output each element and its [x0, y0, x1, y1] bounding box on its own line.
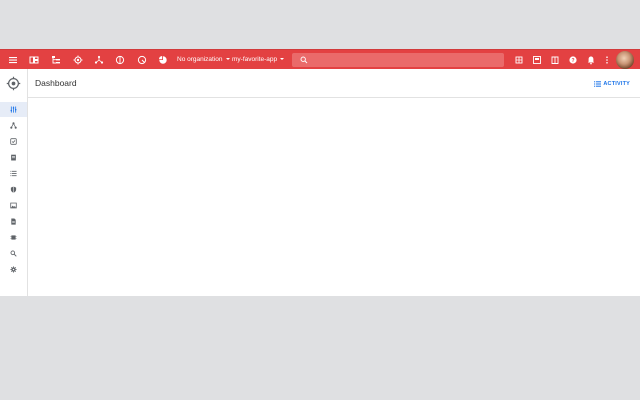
- sidebar-item-chip[interactable]: [0, 230, 27, 245]
- file-icon: [11, 218, 16, 225]
- menu-icon[interactable]: [6, 53, 20, 67]
- organization-label: No organization: [177, 56, 223, 63]
- search-icon: [10, 250, 17, 257]
- sidebar-item-search[interactable]: [0, 246, 27, 261]
- help-icon[interactable]: ?: [566, 53, 580, 67]
- network-icon[interactable]: [92, 53, 106, 67]
- clipboard-icon: [11, 154, 16, 161]
- console-icon[interactable]: [530, 53, 544, 67]
- list-icon: [594, 81, 602, 87]
- main-content: [28, 99, 640, 296]
- sidebar-item-list[interactable]: [0, 166, 27, 181]
- tune-icon: [10, 106, 17, 113]
- organization-selector[interactable]: No organization: [177, 54, 230, 66]
- gauge-icon[interactable]: [135, 53, 149, 67]
- logo-icon[interactable]: [6, 76, 21, 91]
- sidebar: [0, 69, 28, 296]
- project-label: my-favorite-app: [232, 56, 278, 63]
- search-icon: [300, 56, 308, 64]
- chevron-down-icon: [280, 58, 285, 61]
- app-window: No organization my-favorite-app ? Dashbo…: [0, 49, 640, 296]
- dashboard-icon[interactable]: [27, 53, 41, 67]
- search-input[interactable]: [312, 54, 498, 66]
- hub-icon[interactable]: [71, 53, 85, 67]
- search-bar[interactable]: [292, 53, 504, 67]
- svg-text:?: ?: [571, 58, 574, 64]
- shield-check-icon: [10, 138, 17, 145]
- sidebar-item-settings[interactable]: [0, 262, 27, 277]
- avatar[interactable]: [616, 51, 634, 69]
- chevron-down-icon: [225, 58, 230, 61]
- page-header: Dashboard ACTIVITY: [28, 69, 640, 98]
- hierarchy-icon: [10, 122, 17, 129]
- list-icon: [10, 170, 17, 177]
- sidebar-item-tune[interactable]: [0, 102, 27, 117]
- activity-button[interactable]: ACTIVITY: [594, 78, 630, 90]
- chip-icon: [10, 235, 17, 240]
- grid-icon[interactable]: [512, 53, 526, 67]
- sidebar-item-file[interactable]: [0, 214, 27, 229]
- page-title: Dashboard: [35, 78, 77, 88]
- tree-icon[interactable]: [49, 53, 63, 67]
- sidebar-item-shield[interactable]: [0, 182, 27, 197]
- book-icon[interactable]: [548, 53, 562, 67]
- sidebar-item-shield-check[interactable]: [0, 134, 27, 149]
- sidebar-item-image[interactable]: [0, 198, 27, 213]
- settings-icon: [10, 266, 17, 273]
- globe-icon[interactable]: [113, 53, 127, 67]
- app-bar: No organization my-favorite-app ?: [0, 49, 640, 69]
- sidebar-item-clipboard[interactable]: [0, 150, 27, 165]
- pie-icon[interactable]: [156, 53, 170, 67]
- activity-label: ACTIVITY: [603, 81, 630, 87]
- more-vert-icon[interactable]: [600, 53, 614, 67]
- project-selector[interactable]: my-favorite-app: [232, 54, 285, 66]
- image-icon: [10, 202, 17, 209]
- notifications-icon[interactable]: [584, 53, 598, 67]
- shield-icon: [10, 186, 17, 193]
- sidebar-item-hierarchy[interactable]: [0, 118, 27, 133]
